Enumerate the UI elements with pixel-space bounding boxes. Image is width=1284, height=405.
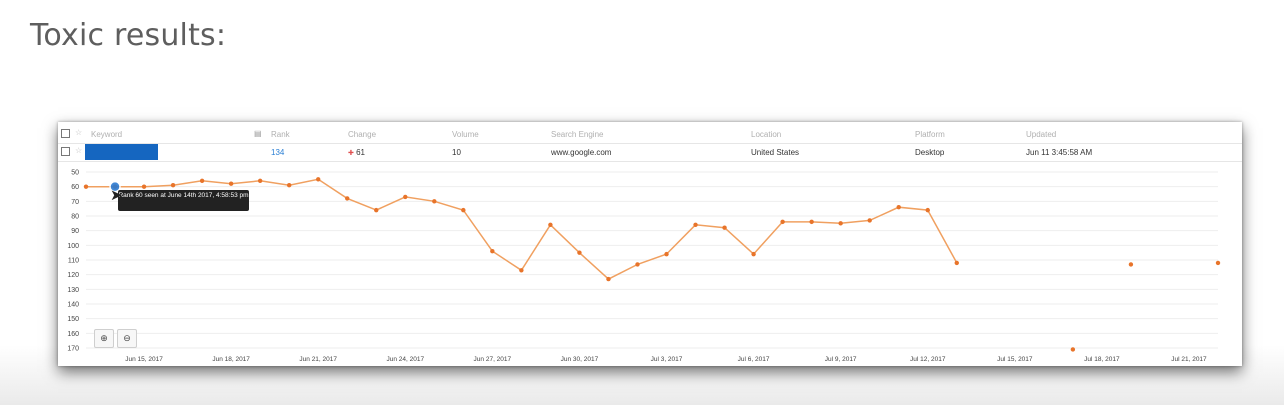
location-value: United States [751,148,800,157]
y-tick-label: 120 [67,272,79,279]
data-point [345,196,350,201]
x-tick-label: Jun 27, 2017 [474,356,512,363]
data-point [432,199,437,204]
data-point [751,251,756,257]
data-point [519,268,524,273]
search-engine-value: www.google.com [551,148,612,157]
data-point [664,251,669,257]
col-volume[interactable]: Volume [452,130,479,139]
x-tick-label: Jun 21, 2017 [299,356,337,363]
platform-value: Desktop [915,148,945,157]
data-point [374,207,379,213]
rank-tracker-panel: ☆ Keyword ▤ Rank Change Volume Search En… [58,122,1242,366]
data-point [838,221,843,226]
x-tick-label: Jul 3, 2017 [651,356,683,363]
x-tick-label: Jun 18, 2017 [212,356,250,363]
y-tick-label: 50 [71,170,79,177]
table-header: ☆ Keyword ▤ Rank Change Volume Search En… [58,125,1242,144]
data-point [286,183,292,188]
col-rank[interactable]: Rank [271,130,290,139]
data-point [257,178,263,183]
y-tick-label: 70 [71,199,79,206]
page-heading: Toxic results: [30,18,227,53]
x-tick-label: Jun 30, 2017 [561,356,599,363]
volume-value: 10 [452,148,461,157]
data-point [635,262,640,267]
data-point [141,184,147,189]
data-point [548,222,553,227]
star-icon[interactable]: ☆ [75,128,82,137]
data-point [83,184,89,189]
change-value: 61 [356,148,366,157]
zoom-out-button[interactable]: ⊖ [117,329,137,348]
data-point [461,207,466,213]
col-updated[interactable]: Updated [1026,130,1056,139]
y-tick-label: 130 [67,287,79,294]
magnifier-minus-icon: ⊖ [123,333,131,343]
updated-value: Jun 11 3:45:58 AM [1026,148,1093,157]
data-point [199,178,205,183]
select-all-checkbox[interactable] [61,129,70,138]
x-tick-label: Jul 9, 2017 [825,356,857,363]
mouse-cursor-icon: ➤ [110,187,123,204]
y-tick-label: 170 [67,346,79,353]
col-platform[interactable]: Platform [915,130,945,139]
y-tick-label: 140 [67,302,79,309]
chart-tooltip: Rank 60 seen at June 14th 2017, 4:58:53 … [118,190,249,211]
zoom-in-button[interactable]: ⊕ [94,329,114,348]
x-tick-label: Jun 15, 2017 [125,356,163,363]
col-search-engine[interactable]: Search Engine [551,130,603,139]
data-point [490,249,495,254]
x-tick-label: Jul 21, 2017 [1171,356,1207,363]
col-location[interactable]: Location [751,130,781,139]
data-point [228,181,234,186]
col-keyword[interactable]: Keyword [91,130,122,139]
data-point [722,225,727,230]
data-point [867,218,872,223]
column-settings-icon[interactable]: ▤ [254,129,262,138]
data-point [316,177,321,182]
data-point [1215,260,1221,266]
y-tick-label: 100 [67,243,79,250]
data-point [954,260,959,266]
y-tick-label: 60 [71,184,79,191]
x-tick-label: Jun 24, 2017 [386,356,424,363]
y-tick-label: 90 [71,228,79,235]
y-tick-label: 160 [67,331,79,338]
y-tick-label: 110 [68,258,79,265]
col-change[interactable]: Change [348,130,376,139]
change-cell: ✚ 61 [348,148,365,157]
data-point [170,183,176,188]
data-point [925,207,930,213]
data-point [780,219,785,225]
row-checkbox[interactable] [61,147,70,156]
data-point [1128,262,1134,267]
table-row[interactable]: ☆ 134 ✚ 61 10 www.google.com United Stat… [58,143,1242,162]
x-tick-label: Jul 12, 2017 [910,356,946,363]
data-point [403,194,408,200]
data-point [896,205,901,210]
data-point [1070,347,1076,352]
arrow-down-icon: ✚ [348,150,354,157]
y-tick-label: 80 [71,214,79,221]
data-point [577,250,582,255]
x-tick-label: Jul 18, 2017 [1084,356,1120,363]
rank-value[interactable]: 134 [271,148,284,157]
data-point [606,276,611,282]
y-tick-label: 150 [67,316,79,323]
data-point [809,219,814,225]
keyword-redacted [85,144,158,160]
data-point [693,222,698,227]
x-tick-label: Jul 6, 2017 [738,356,770,363]
x-tick-label: Jul 15, 2017 [997,356,1033,363]
magnifier-plus-icon: ⊕ [100,333,108,343]
star-icon[interactable]: ☆ [75,146,82,155]
